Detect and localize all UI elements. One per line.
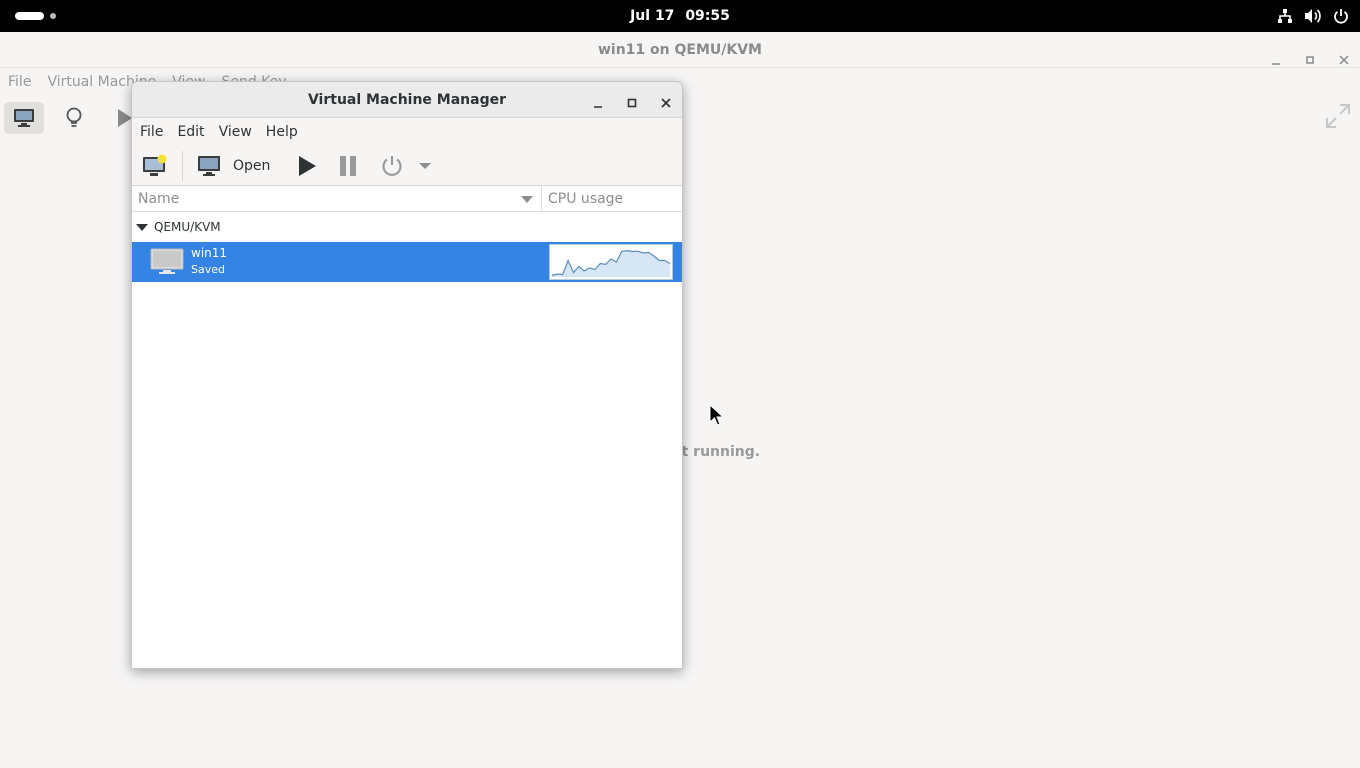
vmm-menu-help[interactable]: Help (266, 124, 298, 140)
vm-list-row[interactable]: win11 Saved (132, 242, 682, 282)
viewer-minimize-button[interactable] (1270, 44, 1282, 65)
console-view-button[interactable] (4, 102, 44, 134)
open-button-label: Open (233, 157, 271, 174)
vmm-menu-view[interactable]: View (219, 124, 252, 140)
open-button[interactable]: Open (197, 155, 270, 177)
network-icon[interactable] (1276, 7, 1294, 25)
system-tray[interactable] (1276, 7, 1350, 25)
name-column-header[interactable]: Name (132, 186, 542, 211)
new-vm-button[interactable] (142, 150, 168, 182)
vm-monitor-icon (150, 248, 184, 280)
connection-group-row[interactable]: QEMU/KVM (132, 212, 682, 242)
pause-button[interactable] (338, 150, 358, 182)
mouse-pointer-icon (709, 403, 725, 426)
details-view-button[interactable] (54, 102, 94, 134)
vmm-toolbar: Open (132, 146, 682, 186)
vm-name: win11 (191, 246, 228, 260)
vmm-window: Virtual Machine Manager File Edit View H… (131, 81, 683, 669)
connection-label: QEMU/KVM (154, 220, 221, 234)
vmm-titlebar[interactable]: Virtual Machine Manager (132, 82, 682, 118)
viewer-toolbar (4, 98, 144, 138)
cpu-usage-graph (549, 244, 673, 280)
viewer-maximize-button[interactable] (1304, 44, 1316, 64)
viewer-menu-file[interactable]: File (8, 74, 31, 90)
top-bar: Jul 17 09:55 (0, 0, 1360, 32)
vmm-maximize-button[interactable] (626, 94, 638, 108)
vmm-menu-file[interactable]: File (140, 124, 163, 140)
clock-date: Jul 17 (630, 8, 675, 24)
vmm-minimize-button[interactable] (592, 94, 604, 108)
vmm-menubar: File Edit View Help (132, 118, 682, 146)
cpu-column-header[interactable]: CPU usage (542, 186, 623, 211)
viewer-titlebar[interactable]: win11 on QEMU/KVM (0, 32, 1360, 68)
vmm-close-button[interactable] (660, 94, 672, 108)
name-column-label: Name (138, 191, 180, 207)
clock[interactable]: Jul 17 09:55 (0, 0, 1360, 32)
shutdown-menu-chevron-down-icon[interactable] (418, 150, 432, 182)
sort-chevron-down-icon (521, 196, 533, 203)
clock-time: 09:55 (685, 8, 730, 24)
viewer-title: win11 on QEMU/KVM (597, 42, 762, 58)
vm-list-header: Name CPU usage (132, 186, 682, 212)
vmm-menu-edit[interactable]: Edit (177, 124, 204, 140)
viewer-close-button[interactable] (1338, 44, 1350, 65)
run-button[interactable] (296, 150, 318, 182)
expander-chevron-down-icon[interactable] (136, 223, 148, 231)
power-icon[interactable] (1332, 7, 1350, 25)
viewer-status-text: ot running. (672, 444, 761, 460)
volume-icon[interactable] (1304, 7, 1322, 25)
toolbar-separator (182, 150, 183, 181)
vm-state: Saved (191, 263, 225, 276)
shutdown-button[interactable] (380, 150, 404, 182)
cpu-column-label: CPU usage (548, 191, 624, 207)
fullscreen-icon[interactable] (1324, 102, 1352, 130)
